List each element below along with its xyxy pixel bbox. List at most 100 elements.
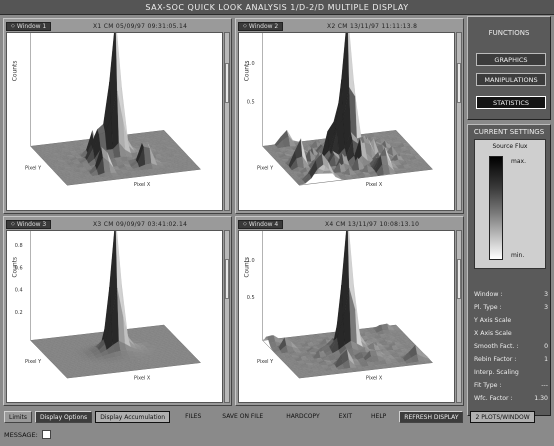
message-area: MESSAGE:: [4, 430, 51, 439]
message-label: MESSAGE:: [4, 430, 38, 439]
exit-button[interactable]: EXIT: [335, 411, 356, 423]
window-button-label: Window 1: [16, 22, 47, 30]
surface-plot: Counts1.51.00.5Pixel XPixel Y: [238, 230, 455, 403]
setting-label: Interp. Scaling: [474, 369, 519, 376]
setting-row: Pl. Type : 3: [474, 304, 548, 311]
y-tick-label: 0.2: [15, 310, 23, 316]
setting-row: Y Axis Scale: [474, 317, 548, 324]
plot-window-4: ◇ Window 4 X4 CM 13/11/97 10:08:13.10 Cou…: [235, 216, 464, 406]
colorbar-panel: Source Flux max. min.: [474, 139, 546, 269]
setting-row: Fit Type : ---: [474, 382, 548, 389]
scrollbar-thumb[interactable]: [225, 259, 229, 299]
surface-plot: Counts1.51.00.5Pixel XPixel Y: [238, 32, 455, 211]
window-title: SAX-SOC QUICK LOOK ANALYSIS 1/D-2/D MULT…: [0, 0, 554, 15]
setting-label: Fit Type :: [474, 382, 502, 389]
side-panel: FUNCTIONS GRAPHICS MANIPULATIONS STATIST…: [466, 16, 554, 417]
colorbar-max-label: max.: [511, 158, 526, 165]
limits-button[interactable]: Limits: [4, 411, 32, 423]
help-button[interactable]: HELP: [367, 411, 390, 423]
surface-plot: Counts1.00.80.60.40.2Pixel XPixel Y: [6, 230, 223, 403]
settings-title: CURRENT SETTINGS: [473, 128, 545, 136]
setting-label: Pl. Type :: [474, 304, 502, 311]
panel-header: ◇ Window 4 X4 CM 13/11/97 10:08:13.10: [238, 219, 461, 229]
diamond-icon: ◇: [11, 221, 15, 227]
hardcopy-button[interactable]: HARDCOPY: [282, 411, 323, 423]
setting-value: 1: [544, 356, 548, 363]
setting-value: ---: [541, 382, 548, 389]
setting-row: Window : 3: [474, 291, 548, 298]
surface-mesh: [262, 33, 433, 186]
files-button[interactable]: FILES: [181, 411, 205, 423]
save-on-file-button[interactable]: SAVE ON FILE: [218, 411, 267, 423]
scrollbar-thumb[interactable]: [457, 63, 461, 103]
plot-window-2: ◇ Window 2 X2 CM 13/11/97 11:11:13.8 Coun…: [235, 18, 464, 214]
window-button-label: Window 2: [248, 22, 279, 30]
setting-label: Smooth Fact. :: [474, 343, 519, 350]
y-tick-label: 1.0: [247, 61, 255, 67]
vertical-scrollbar[interactable]: [224, 230, 230, 403]
colorbar-title: Source Flux: [492, 143, 528, 150]
surface-plot: Counts Pixel X Pixel Y: [6, 32, 223, 211]
manipulations-button[interactable]: MANIPULATIONS: [476, 73, 546, 86]
colorbar: [489, 156, 503, 260]
surface-mesh: [30, 33, 201, 186]
panel-header: ◇ Window 2 X2 CM 13/11/97 11:11:13.8: [238, 21, 461, 31]
setting-label: Wfc. Factor :: [474, 395, 513, 402]
y-tick-label: 0.5: [247, 295, 255, 301]
setting-value: 3: [544, 304, 548, 311]
display-accumulation-button[interactable]: Display Accumulation: [95, 411, 171, 423]
setting-value: 3: [544, 291, 548, 298]
setting-row: X Axis Scale: [474, 330, 548, 337]
surface-mesh: [30, 231, 201, 379]
y-tick-label: 0.6: [15, 265, 23, 271]
panel-header: ◇ Window 1 X1 CM 05/09/97 09:31:05.14: [6, 21, 229, 31]
y-tick-label: 1.0: [247, 258, 255, 264]
window-select-button[interactable]: ◇ Window 1: [6, 21, 52, 31]
display-options-button[interactable]: Display Options: [35, 411, 93, 423]
y-tick-label: 0.8: [15, 243, 23, 249]
plot-caption: X3 CM 09/09/97 03:41:02.14: [92, 220, 188, 228]
vertical-scrollbar[interactable]: [224, 32, 230, 211]
vertical-scrollbar[interactable]: [456, 32, 462, 211]
setting-row: Rebin Factor : 1: [474, 356, 548, 363]
graphics-button[interactable]: GRAPHICS: [476, 53, 546, 66]
window-select-button[interactable]: ◇ Window 4: [238, 219, 284, 229]
plot-caption: X4 CM 13/11/97 10:08:13.10: [324, 220, 420, 228]
refresh-display-button[interactable]: REFRESH DISPLAY: [399, 411, 464, 423]
panel-header: ◇ Window 3 X3 CM 09/09/97 03:41:02.14: [6, 219, 229, 229]
statistics-button[interactable]: STATISTICS: [476, 96, 546, 109]
setting-row: Wfc. Factor : 1.30: [474, 395, 548, 402]
setting-value: 1.30: [534, 395, 548, 402]
bottom-toolbar: Limits Display Options Display Accumulat…: [0, 408, 554, 426]
setting-label: Window :: [474, 291, 503, 298]
settings-box: CURRENT SETTINGS Source Flux max. min. W…: [467, 124, 551, 416]
setting-row: Interp. Scaling: [474, 369, 548, 376]
plots-per-window-button[interactable]: 2 PLOTS/WINDOW: [470, 411, 535, 423]
window-select-button[interactable]: ◇ Window 2: [238, 21, 284, 31]
setting-row: Smooth Fact. : 0: [474, 343, 548, 350]
functions-title: FUNCTIONS: [488, 29, 530, 37]
diamond-icon: ◇: [243, 23, 247, 29]
vertical-scrollbar[interactable]: [456, 230, 462, 403]
diamond-icon: ◇: [11, 23, 15, 29]
setting-label: X Axis Scale: [474, 330, 512, 337]
scrollbar-thumb[interactable]: [225, 63, 229, 103]
plot-caption: X1 CM 05/09/97 09:31:05.14: [92, 22, 188, 30]
y-tick-label: 0.5: [247, 100, 255, 106]
functions-box: FUNCTIONS GRAPHICS MANIPULATIONS STATIST…: [467, 16, 551, 120]
y-axis-label: Counts: [12, 61, 19, 82]
plot-window-3: ◇ Window 3 X3 CM 09/09/97 03:41:02.14 Cou…: [3, 216, 232, 406]
x-axis-label: Pixel X: [134, 182, 151, 188]
window-select-button[interactable]: ◇ Window 3: [6, 219, 52, 229]
setting-label: Y Axis Scale: [474, 317, 512, 324]
z-axis-label: Pixel Y: [25, 359, 42, 365]
x-axis-label: Pixel X: [366, 182, 383, 188]
y-tick-label: 0.4: [15, 288, 23, 294]
z-axis-label: Pixel Y: [25, 166, 42, 172]
scrollbar-thumb[interactable]: [457, 259, 461, 299]
window-button-label: Window 4: [248, 220, 279, 228]
window-button-label: Window 3: [16, 220, 47, 228]
setting-label: Rebin Factor :: [474, 356, 517, 363]
setting-value: 0: [544, 343, 548, 350]
plot-window-1: ◇ Window 1 X1 CM 05/09/97 09:31:05.14 Cou…: [3, 18, 232, 214]
